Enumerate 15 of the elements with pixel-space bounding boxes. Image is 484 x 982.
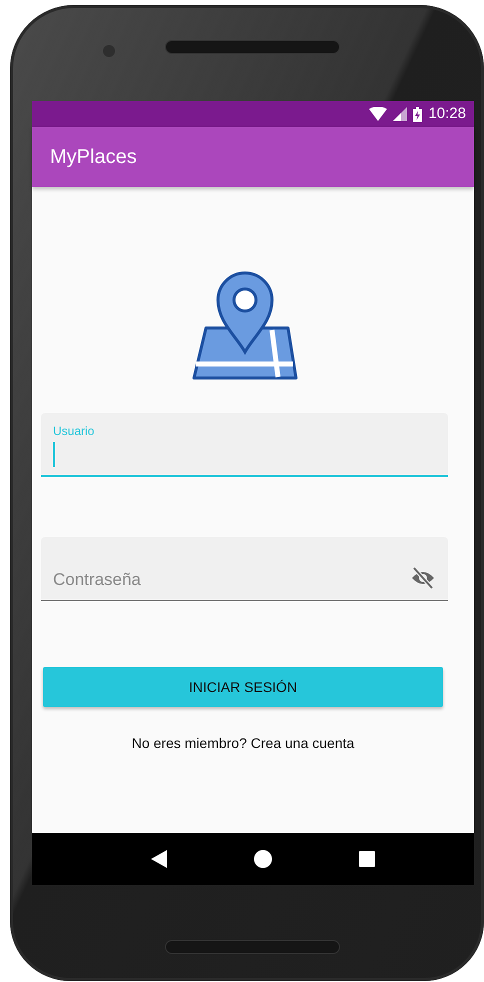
field-placeholder: Contraseña bbox=[53, 569, 141, 591]
hidden-eye-icon[interactable] bbox=[411, 567, 435, 589]
map-pin-icon bbox=[192, 270, 298, 380]
login-button[interactable]: INICIAR SESIÓN bbox=[43, 667, 443, 707]
home-icon[interactable] bbox=[254, 850, 272, 868]
wifi-icon bbox=[369, 107, 388, 121]
signal-icon bbox=[393, 107, 408, 121]
battery-icon bbox=[413, 106, 422, 122]
signup-link[interactable]: No eres miembro? Crea una cuenta bbox=[132, 733, 354, 754]
app-title: MyPlaces bbox=[50, 145, 137, 170]
back-icon[interactable] bbox=[150, 850, 167, 868]
recents-icon[interactable] bbox=[359, 851, 376, 867]
field-label: Usuario bbox=[53, 423, 94, 440]
text-cursor bbox=[53, 442, 55, 467]
status-time: 10:28 bbox=[428, 104, 466, 124]
